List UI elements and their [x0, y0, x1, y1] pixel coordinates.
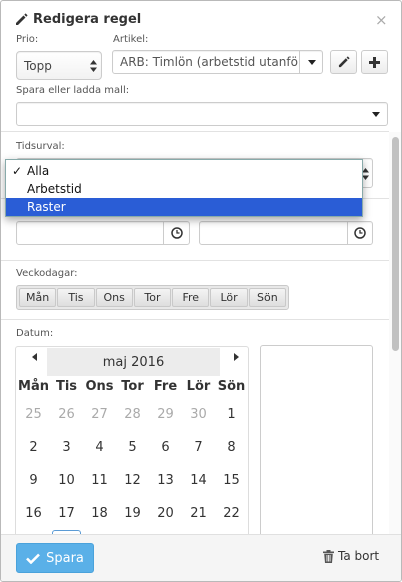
- calendar-weekday-header: Fre: [153, 379, 178, 394]
- calendar-weekday-header: Ons: [85, 379, 114, 394]
- calendar-day[interactable]: 26: [50, 407, 83, 422]
- calendar-day[interactable]: 14: [182, 473, 215, 488]
- calendar-weekday-header: Lör: [186, 379, 211, 394]
- template-select[interactable]: [16, 102, 388, 126]
- artikel-select[interactable]: ARB: Timlön (arbetstid utanfö: [112, 50, 323, 74]
- calendar-day[interactable]: 10: [50, 473, 83, 488]
- dropdown-option-arbetstid[interactable]: Arbetstid: [6, 180, 362, 198]
- save-button-label: Spara: [46, 550, 84, 566]
- chevron-down-icon: [372, 112, 380, 117]
- scrollbar-thumb[interactable]: [392, 137, 399, 351]
- template-label: Spara eller ladda mall:: [16, 85, 130, 96]
- weekday-toggle-mon[interactable]: Mån: [19, 288, 57, 307]
- check-icon: ✓: [12, 164, 23, 178]
- next-month-icon[interactable]: [234, 353, 239, 361]
- calendar-day[interactable]: 25: [17, 407, 50, 422]
- calendar-day[interactable]: 1: [215, 407, 248, 422]
- calendar-day[interactable]: 5: [116, 440, 149, 455]
- calendar-weekday-header: Mån: [18, 379, 49, 394]
- date-label: Datum:: [16, 328, 54, 339]
- prio-select[interactable]: Topp: [16, 51, 102, 80]
- calendar-day[interactable]: 8: [215, 440, 248, 455]
- artikel-label: Artikel:: [113, 34, 149, 45]
- calendar-day[interactable]: 20: [149, 506, 182, 521]
- calendar-day[interactable]: 4: [83, 440, 116, 455]
- pencil-icon: [338, 56, 350, 68]
- weekday-toggle-group: Mån Tis Ons Tor Fre Lör Sön: [16, 285, 289, 310]
- input-addon-separator: [163, 222, 164, 244]
- calendar-day[interactable]: 16: [17, 506, 50, 521]
- calendar-day[interactable]: 2: [17, 440, 50, 455]
- calendar-weekday-header: Sön: [217, 379, 246, 394]
- check-icon: [26, 553, 41, 564]
- updown-icon: [362, 168, 369, 180]
- weekday-toggle-thu[interactable]: Tor: [133, 288, 172, 307]
- calendar-weekday-header: Tis: [55, 379, 78, 394]
- calendar-day[interactable]: 12: [116, 473, 149, 488]
- calendar-day[interactable]: 9: [17, 473, 50, 488]
- updown-icon: [90, 60, 97, 72]
- dropdown-option-label: Raster: [27, 200, 66, 214]
- dialog-title: Redigera regel: [15, 12, 141, 27]
- calendar-day[interactable]: 11: [83, 473, 116, 488]
- weekday-toggle-wed[interactable]: Ons: [95, 288, 133, 307]
- selected-dates-list[interactable]: [260, 345, 373, 545]
- tidsurval-dropdown-list: ✓ Alla Arbetstid Raster: [5, 159, 363, 217]
- prio-label: Prio:: [16, 34, 39, 45]
- calendar-month-title[interactable]: maj 2016: [47, 348, 220, 376]
- dropdown-option-label: Alla: [27, 164, 50, 178]
- calendar-day[interactable]: 17: [50, 506, 83, 521]
- clock-icon: [171, 227, 183, 239]
- weekday-toggle-sat[interactable]: Lör: [210, 288, 248, 307]
- calendar-day[interactable]: 19: [116, 506, 149, 521]
- weekdays-label: Veckodagar:: [16, 268, 78, 279]
- trash-icon: [323, 549, 334, 563]
- delete-button[interactable]: Ta bort: [323, 549, 379, 563]
- section-divider: [1, 319, 389, 320]
- clock-icon: [354, 227, 366, 239]
- add-article-button[interactable]: [361, 50, 388, 74]
- calendar-day[interactable]: 18: [83, 506, 116, 521]
- edit-article-button[interactable]: [330, 50, 357, 74]
- dialog-title-text: Redigera regel: [33, 12, 142, 27]
- dropdown-option-alla[interactable]: ✓ Alla: [6, 162, 362, 180]
- edit-rule-dialog: Redigera regel × Prio: Topp Artikel: ARB…: [0, 0, 402, 582]
- save-button[interactable]: Spara: [16, 543, 94, 573]
- dropdown-option-raster[interactable]: Raster: [6, 198, 362, 216]
- dropdown-option-label: Arbetstid: [27, 182, 82, 196]
- calendar-day[interactable]: 22: [215, 506, 248, 521]
- calendar-day[interactable]: 27: [83, 407, 116, 422]
- calendar-day[interactable]: 15: [215, 473, 248, 488]
- plus-icon: [369, 56, 380, 68]
- time-from-input[interactable]: [16, 221, 190, 245]
- tidsurval-label: Tidsurval:: [16, 141, 65, 152]
- artikel-select-separator: [299, 51, 300, 73]
- calendar-weekday-header: Tor: [121, 379, 144, 394]
- artikel-select-value: ARB: Timlön (arbetstid utanfö: [120, 55, 298, 69]
- prev-month-icon[interactable]: [32, 353, 37, 361]
- calendar-month-label: maj 2016: [102, 354, 165, 370]
- calendar-day[interactable]: 21: [182, 506, 215, 521]
- weekday-toggle-sun[interactable]: Sön: [248, 288, 286, 307]
- calendar-day[interactable]: 7: [182, 440, 215, 455]
- pencil-icon: [16, 13, 28, 25]
- close-icon[interactable]: ×: [375, 12, 388, 28]
- time-to-input[interactable]: [199, 221, 373, 245]
- calendar-day[interactable]: 13: [149, 473, 182, 488]
- calendar-day[interactable]: 3: [50, 440, 83, 455]
- calendar-day[interactable]: 28: [116, 407, 149, 422]
- calendar: maj 2016 Mån Tis Ons Tor Fre Lör Sön 25 2…: [15, 346, 249, 546]
- weekday-toggle-fri[interactable]: Fre: [172, 288, 210, 307]
- calendar-day[interactable]: 30: [182, 407, 215, 422]
- section-divider: [1, 260, 389, 261]
- prio-select-value: Topp: [24, 58, 52, 73]
- weekday-toggle-tue[interactable]: Tis: [57, 288, 95, 307]
- calendar-day[interactable]: 29: [149, 407, 182, 422]
- calendar-day[interactable]: 6: [149, 440, 182, 455]
- chevron-down-icon: [308, 60, 316, 65]
- input-addon-separator: [347, 222, 348, 244]
- delete-button-label: Ta bort: [338, 549, 380, 563]
